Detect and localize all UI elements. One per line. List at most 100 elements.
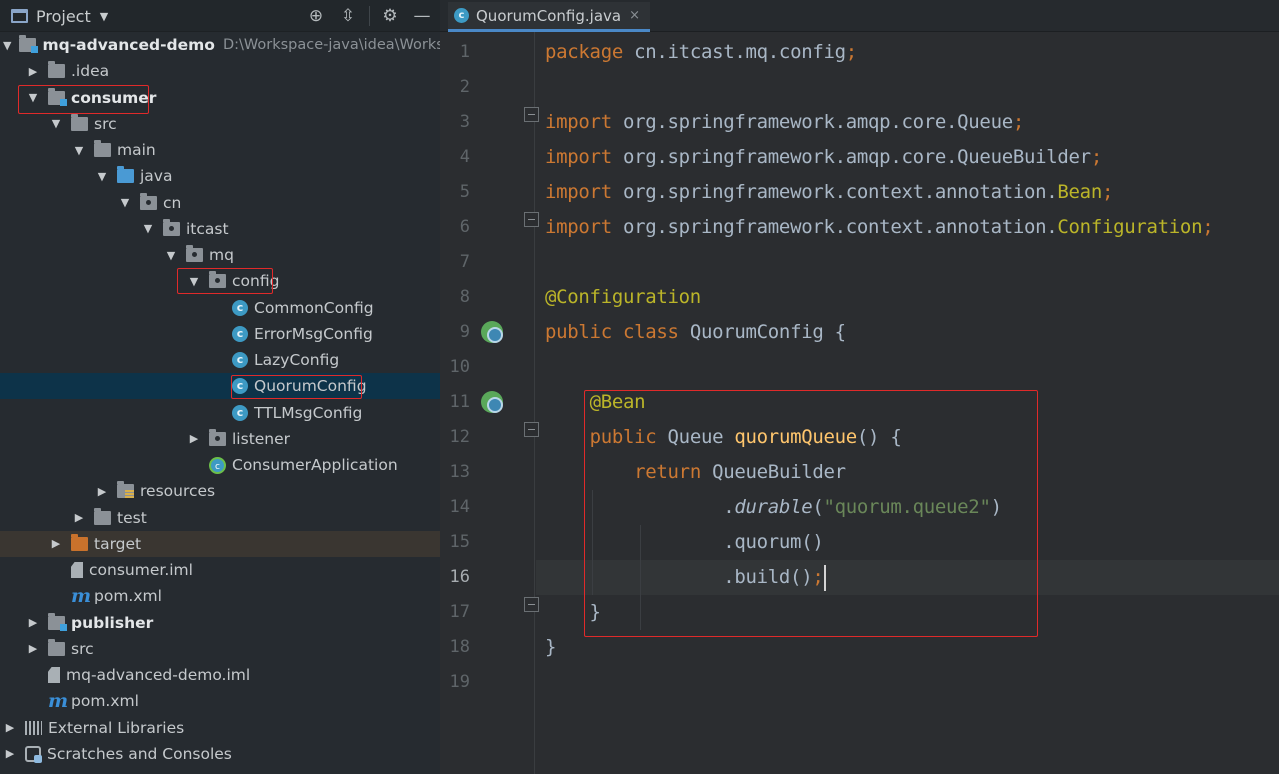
tree-item-pom-xml[interactable]: ▶mpom.xml: [0, 688, 440, 714]
tree-item-label: TTLMsgConfig: [254, 403, 363, 422]
tree-item-label: mq: [209, 246, 234, 264]
code-line[interactable]: .quorum(): [545, 525, 824, 560]
project-view-selector[interactable]: Project ▼: [11, 6, 108, 26]
collapsed-arrow-icon[interactable]: ▶: [26, 642, 40, 655]
code-line[interactable]: import org.springframework.amqp.core.Que…: [545, 105, 1024, 140]
locate-file-icon[interactable]: ⊕: [305, 5, 327, 27]
tree-item-mq-advanced-demo[interactable]: ▼ mq-advanced-demo D:\Workspace-java\idea\…: [0, 32, 440, 58]
tree-item-java[interactable]: ▼ java: [0, 163, 440, 189]
tree-item-cn[interactable]: ▼ cn: [0, 190, 440, 216]
collapsed-arrow-icon[interactable]: ▶: [26, 616, 40, 629]
code-line[interactable]: public Queue quorumQueue() {: [545, 420, 902, 455]
code-token: "quorum.queue2": [823, 496, 991, 518]
tree-item-label: listener: [232, 429, 291, 448]
code-line[interactable]: @Bean: [545, 385, 646, 420]
tree-item-label: itcast: [186, 219, 229, 238]
collapsed-arrow-icon[interactable]: ▶: [187, 432, 201, 445]
tree-item-label: Scratches and Consoles: [47, 744, 232, 763]
tree-item-test[interactable]: ▶ test: [0, 505, 440, 531]
tree-item-mq[interactable]: ▼ mq: [0, 242, 440, 268]
code-line[interactable]: @Configuration: [545, 280, 701, 315]
expanded-arrow-icon[interactable]: ▼: [95, 170, 109, 183]
line-number: 14: [449, 497, 470, 517]
close-icon[interactable]: ×: [629, 8, 640, 23]
expanded-arrow-icon[interactable]: ▼: [49, 117, 63, 130]
tree-item-scratches-and-consoles[interactable]: ▶ Scratches and Consoles: [0, 741, 440, 767]
collapsed-arrow-icon[interactable]: ▶: [72, 511, 86, 524]
collapsed-arrow-icon[interactable]: ▶: [3, 747, 17, 760]
code-line[interactable]: package cn.itcast.mq.config;: [545, 35, 857, 70]
code-token: Queue: [667, 426, 735, 448]
tree-item-external-libraries[interactable]: ▶ External Libraries: [0, 715, 440, 741]
tree-item-main[interactable]: ▼ main: [0, 137, 440, 163]
code-line[interactable]: import org.springframework.context.annot…: [545, 175, 1113, 210]
project-tool-window: Project ▼ ⊕ ⇳ ⚙ — ▼ mq-advanced-demo D:\Wo…: [0, 0, 440, 774]
code-line[interactable]: }: [545, 595, 601, 630]
tree-item-pom-xml[interactable]: ▶mpom.xml: [0, 583, 440, 609]
tree-item-consumer-iml[interactable]: ▶consumer.iml: [0, 557, 440, 583]
code-token: org.springframework.context.annotation.: [622, 216, 1058, 238]
collapse-all-icon[interactable]: ⇳: [337, 5, 359, 27]
chevron-down-icon[interactable]: ▼: [100, 10, 108, 23]
tree-item-errormsgconfig[interactable]: ▶cErrorMsgConfig: [0, 321, 440, 347]
tree-item-mq-advanced-demo-iml[interactable]: ▶mq-advanced-demo.iml: [0, 662, 440, 688]
tree-item-publisher[interactable]: ▶ publisher: [0, 610, 440, 636]
collapsed-arrow-icon[interactable]: ▶: [95, 485, 109, 498]
expanded-arrow-icon[interactable]: ▼: [141, 222, 155, 235]
code-token: org.springframework.amqp.core.QueueBuild…: [622, 146, 1091, 168]
tree-item-label: test: [117, 508, 147, 527]
tree-item-listener[interactable]: ▶ listener: [0, 426, 440, 452]
code-line[interactable]: }: [545, 630, 556, 665]
tab-quorumconfig-java[interactable]: c QuorumConfig.java ×: [448, 2, 651, 32]
minimize-icon[interactable]: —: [411, 5, 433, 27]
collapsed-arrow-icon[interactable]: ▶: [26, 65, 40, 78]
fold-marker-icon[interactable]: [524, 422, 539, 437]
resources-folder-icon: [117, 481, 134, 499]
tree-item-ttlmsgconfig[interactable]: ▶cTTLMsgConfig: [0, 400, 440, 426]
code-line[interactable]: .durable("quorum.queue2"): [545, 490, 1002, 525]
expanded-arrow-icon[interactable]: ▼: [118, 196, 132, 209]
line-number: 15: [449, 532, 470, 552]
code-line[interactable]: .build();: [545, 560, 827, 595]
tree-item-consumerapplication[interactable]: ▶cConsumerApplication: [0, 452, 440, 478]
line-number: 19: [449, 672, 470, 692]
code-line[interactable]: public class QuorumConfig {: [545, 315, 846, 350]
expanded-arrow-icon[interactable]: ▼: [164, 249, 178, 262]
spring-bean-gutter-icon[interactable]: [481, 321, 503, 343]
code-line[interactable]: import org.springframework.amqp.core.Que…: [545, 140, 1102, 175]
expanded-arrow-icon[interactable]: ▼: [3, 39, 11, 52]
maven-icon: m: [71, 585, 92, 608]
expanded-arrow-icon[interactable]: ▼: [72, 144, 86, 157]
tree-item-config[interactable]: ▼ config: [0, 268, 440, 294]
code-token: ;: [1202, 216, 1214, 238]
code-token: ;: [812, 566, 824, 588]
fold-marker-icon[interactable]: [524, 597, 539, 612]
collapsed-arrow-icon[interactable]: ▶: [49, 537, 63, 550]
package-icon: [209, 271, 226, 289]
gear-icon[interactable]: ⚙: [379, 5, 401, 27]
tree-item-commonconfig[interactable]: ▶cCommonConfig: [0, 295, 440, 321]
tree-item-consumer[interactable]: ▼ consumer: [0, 85, 440, 111]
tree-item-quorumconfig[interactable]: ▶cQuorumConfig: [0, 373, 440, 400]
code-token: () {: [856, 426, 902, 448]
code-line[interactable]: return QueueBuilder: [545, 455, 846, 490]
editor-gutter[interactable]: 1 2 3 4 5 6 7 8 9 10 11 12 13 14 15 16 17 18 19: [440, 32, 566, 774]
spring-bean-gutter-icon[interactable]: [481, 391, 503, 413]
tree-item--idea[interactable]: ▶ .idea: [0, 58, 440, 84]
tree-item-lazyconfig[interactable]: ▶cLazyConfig: [0, 347, 440, 373]
tree-item-src[interactable]: ▼ src: [0, 111, 440, 137]
fold-marker-icon[interactable]: [524, 212, 539, 227]
code-line[interactable]: import org.springframework.context.annot…: [545, 210, 1214, 245]
fold-marker-icon[interactable]: [524, 107, 539, 122]
tree-item-src[interactable]: ▶ src: [0, 636, 440, 662]
tree-item-resources[interactable]: ▶ resources: [0, 478, 440, 504]
tree-item-label: main: [117, 141, 156, 159]
expanded-arrow-icon[interactable]: ▼: [26, 91, 40, 104]
collapsed-arrow-icon[interactable]: ▶: [3, 721, 17, 734]
tree-item-target[interactable]: ▶ target: [0, 530, 440, 557]
code-token: .quorum(): [545, 531, 824, 553]
line-number: 11: [449, 392, 470, 412]
tree-item-itcast[interactable]: ▼ itcast: [0, 216, 440, 242]
expanded-arrow-icon[interactable]: ▼: [187, 275, 201, 288]
